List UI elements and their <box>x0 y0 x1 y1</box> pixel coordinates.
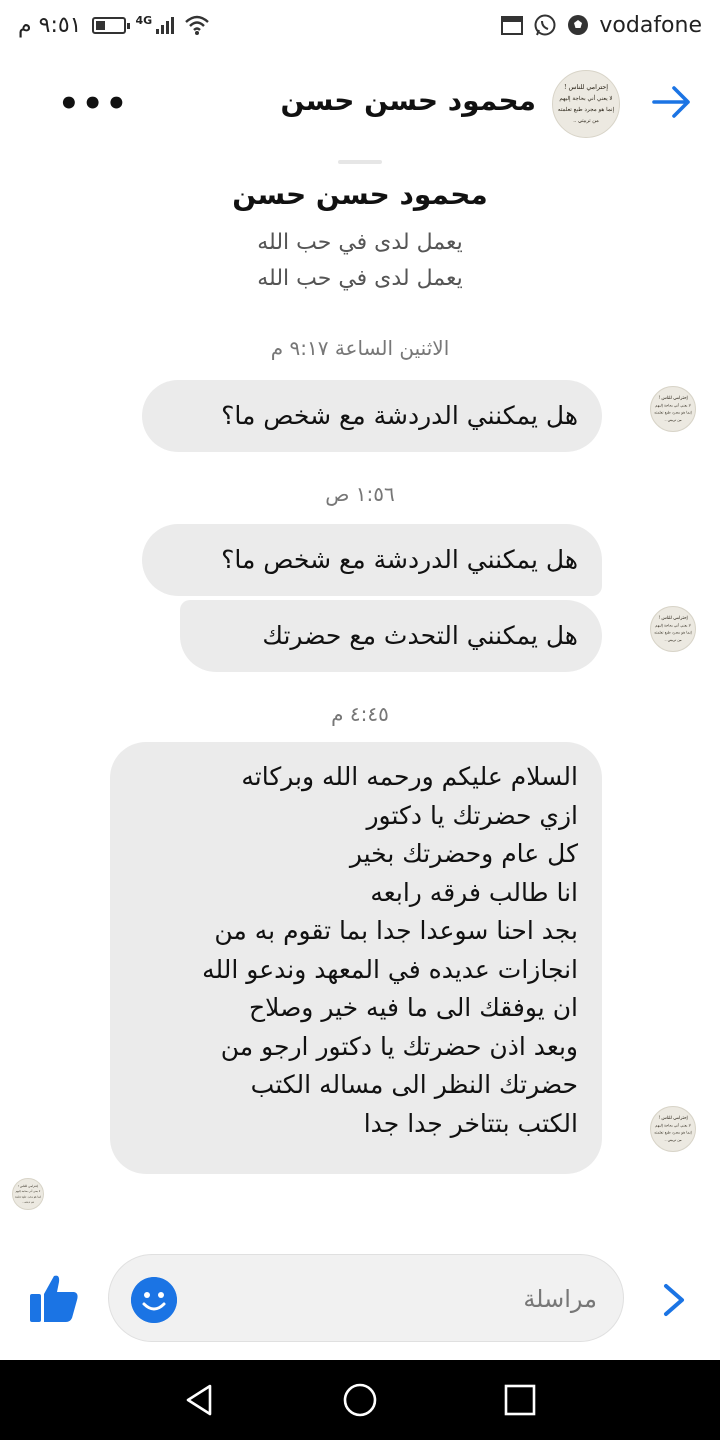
contact-avatar[interactable]: إحترامي للناس ! لا يعني أني بحاجة إليهم إن… <box>552 70 620 138</box>
message-bubble[interactable]: هل يمكنني الدردشة مع شخص ما؟ <box>142 524 602 596</box>
football-icon <box>568 15 589 35</box>
wifi-icon <box>185 15 209 35</box>
avatar-quote-line: لا يعني أني بحاجة إليهم <box>16 1188 41 1194</box>
chevron-right-icon[interactable] <box>656 1280 692 1320</box>
system-nav-bar <box>0 1360 720 1440</box>
status-time: ٩:٥١ م <box>18 12 82 38</box>
quote-artwork-icon: إحترامي للناس !لا يعني أني بحاجة إليهم إن… <box>654 1115 691 1142</box>
avatar-quote-line: إحترامي للناس ! <box>564 83 608 91</box>
status-bar: ٩:٥١ م 4G vodafone <box>0 0 720 50</box>
quote-artwork-icon: إحترامي للناس !لا يعني أني بحاجة إليهمإن… <box>15 1184 42 1203</box>
thumbs-up-icon[interactable] <box>26 1270 82 1326</box>
profile-name: محمود حسن حسن <box>232 178 488 211</box>
message-bubble[interactable]: هل يمكنني الدردشة مع شخص ما؟ <box>142 380 602 452</box>
avatar-quote-line: إنما هو مجرد طبع تعلمته <box>654 630 691 636</box>
signal-icon <box>156 16 175 34</box>
avatar-quote-line: إنما هو مجرد طبع تعلمته <box>654 410 691 416</box>
seen-indicator-avatar: إحترامي للناس ! لا يعني أني بحاجة إليهم إن… <box>12 1178 44 1210</box>
message-timestamp: الاثنين الساعة ٩:١٧ م <box>270 336 450 360</box>
whatsapp-icon <box>534 14 556 36</box>
quote-artwork-icon: إحترامي للناس !لا يعني أني بحاجة إليهم إن… <box>654 395 691 422</box>
more-icon[interactable]: ••• <box>58 84 129 124</box>
avatar-quote-line: إحترامي للناس ! <box>658 395 687 401</box>
avatar-quote-line: من تربيتي .. <box>22 1200 34 1203</box>
status-bar-left: ٩:٥١ م 4G <box>18 13 210 38</box>
message-input-container[interactable] <box>108 1254 624 1342</box>
avatar-quote-line: من تربيتي .. <box>664 1138 681 1142</box>
avatar-quote-line: إنما هو مجرد طبع تعلمته <box>654 1130 691 1136</box>
avatar-quote-line: من تربيتي .. <box>573 118 599 124</box>
avatar-quote-line: لا يعني أني بحاجة إليهم <box>655 401 690 408</box>
avatar-quote-line: إنما هو مجرد طبع تعلمته <box>15 1194 42 1199</box>
nav-back-icon[interactable] <box>182 1382 218 1418</box>
profile-summary: محمود حسن حسن يعمل لدى في حب الله يعمل ل… <box>0 160 720 297</box>
message-timestamp: ١:٥٦ ص <box>325 482 395 506</box>
contact-name[interactable]: محمود حسن حسن <box>281 84 536 117</box>
avatar-quote-line: إحترامي للناس ! <box>18 1184 39 1189</box>
calendar-icon <box>501 16 524 35</box>
message-composer <box>0 1254 720 1344</box>
nav-recents-icon[interactable] <box>502 1382 538 1418</box>
profile-detail: يعمل لدى في حب الله <box>257 230 463 255</box>
sender-avatar: إحترامي للناس ! لا يعني أني بحاجة إليهم إن… <box>650 606 696 652</box>
avatar-quote-line: إحترامي للناس ! <box>658 615 687 621</box>
avatar-quote-line: إحترامي للناس ! <box>658 1115 687 1121</box>
status-bar-right: vodafone <box>501 13 702 38</box>
message-input[interactable] <box>215 1275 599 1323</box>
avatar-quote-line: لا يعني أني بحاجة إليهم <box>559 93 612 102</box>
avatar-quote-line: لا يعني أني بحاجة إليهم <box>655 1121 690 1128</box>
quote-artwork-icon: إحترامي للناس ! لا يعني أني بحاجة إليهم إن… <box>558 83 615 124</box>
divider <box>338 160 382 164</box>
back-arrow-icon[interactable] <box>648 78 696 126</box>
quote-artwork-icon: إحترامي للناس !لا يعني أني بحاجة إليهم إن… <box>654 615 691 642</box>
message-timestamp: ٤:٤٥ م <box>331 702 389 726</box>
message-bubble[interactable]: هل يمكنني التحدث مع حضرتك <box>180 600 602 672</box>
sender-avatar: إحترامي للناس ! لا يعني أني بحاجة إليهم إن… <box>650 386 696 432</box>
nav-home-icon[interactable] <box>342 1382 378 1418</box>
profile-detail: يعمل لدى في حب الله <box>257 266 463 291</box>
avatar-quote-line: من تربيتي .. <box>664 638 681 642</box>
battery-icon <box>91 16 130 34</box>
emoji-icon[interactable] <box>131 1277 177 1323</box>
avatar-quote-line: لا يعني أني بحاجة إليهم <box>655 621 690 628</box>
network-type: 4G <box>135 13 153 27</box>
avatar-quote-line: من تربيتي .. <box>664 418 681 422</box>
message-bubble[interactable]: السلام عليكم ورحمه الله وبركاته ازي حضرت… <box>110 742 602 1174</box>
avatar-quote-line: إنما هو مجرد طبع تعلمته <box>558 106 615 113</box>
sender-avatar: إحترامي للناس ! لا يعني أني بحاجة إليهم إن… <box>650 1106 696 1152</box>
conversation-header: إحترامي للناس ! لا يعني أني بحاجة إليهم إن… <box>0 58 720 148</box>
carrier-name: vodafone <box>599 12 702 38</box>
